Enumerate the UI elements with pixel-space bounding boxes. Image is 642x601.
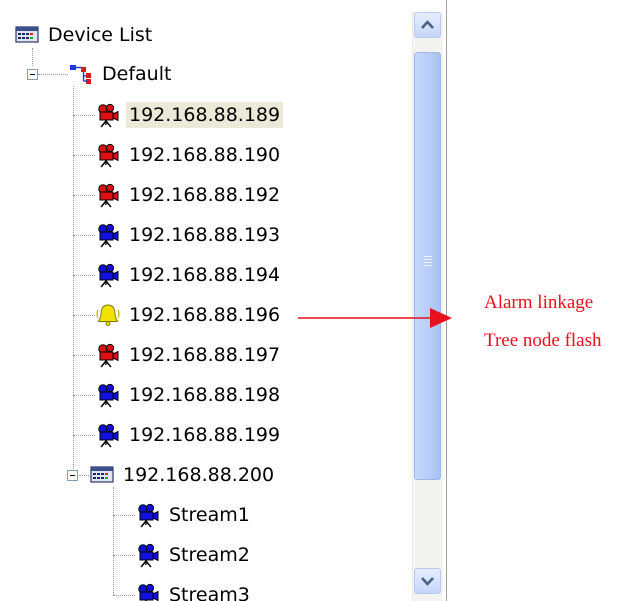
annotation-tree-node-flash: Tree node flash (484, 330, 602, 351)
annotation-alarm-linkage: Alarm linkage (484, 292, 594, 313)
